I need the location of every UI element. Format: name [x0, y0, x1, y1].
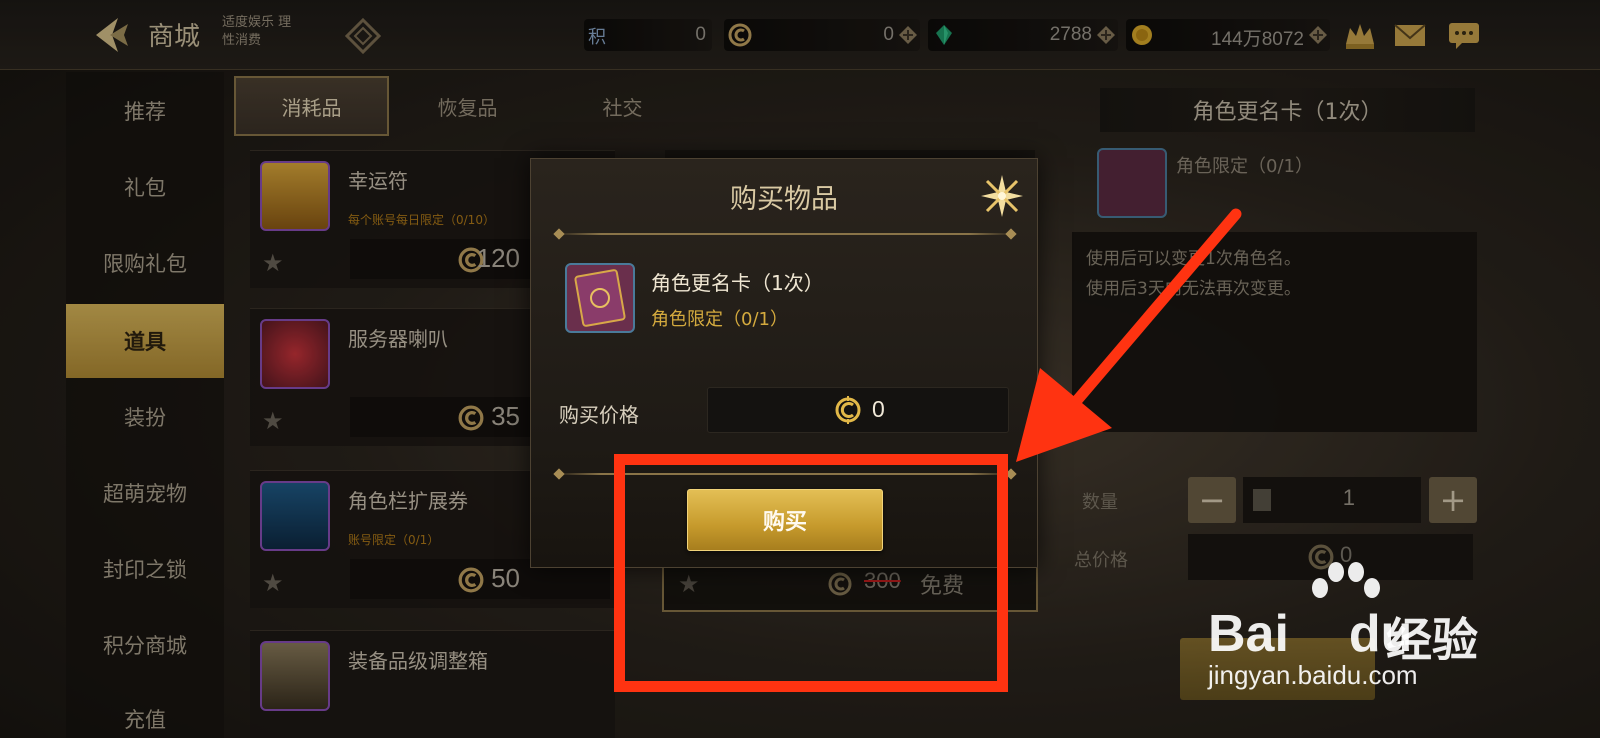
divider: [555, 233, 1015, 235]
watermark-brand: Bai du: [1208, 604, 1412, 664]
green-gem-icon: [936, 25, 952, 45]
c-coin-icon: [728, 23, 752, 47]
quantity-label: 数量: [1082, 492, 1118, 513]
c-coin-currency: 0: [724, 19, 920, 51]
back-arrow-icon[interactable]: [88, 14, 134, 56]
tab-recovery[interactable]: 恢复品: [390, 76, 545, 136]
points-value: 0: [695, 24, 706, 45]
nav-item-limited-pack[interactable]: 限购礼包: [66, 226, 224, 300]
item-name: 服务器喇叭: [348, 327, 448, 351]
highlight-box: [614, 454, 1008, 692]
c-coin-icon: [458, 567, 484, 593]
nav-item-pets[interactable]: 超萌宠物: [66, 456, 224, 530]
item-name: 角色栏扩展券: [348, 489, 468, 513]
lucky-charm-icon: [260, 161, 330, 231]
calculator-icon[interactable]: [1253, 489, 1271, 511]
tab-label: 社交: [602, 95, 643, 120]
item-name: 幸运符: [348, 169, 408, 193]
nav-label: 积分商城: [103, 634, 187, 658]
page-title: 商城: [148, 22, 201, 52]
c-coin-icon: [458, 405, 484, 431]
mail-icon[interactable]: [1392, 18, 1428, 52]
red-arrow-icon: [1016, 208, 1242, 462]
purchase-price-field: 0: [707, 387, 1009, 433]
total-price-label: 总价格: [1074, 550, 1128, 571]
nav-label: 充值: [124, 708, 166, 732]
nav-item-points-shop[interactable]: 积分商城: [66, 608, 224, 682]
item-limit: 每个账号每日限定（0/10）: [348, 213, 495, 227]
c-coin-icon: [835, 396, 861, 424]
ticket-icon: [260, 481, 330, 551]
item-price: 120: [476, 243, 520, 273]
nav-label: 礼包: [124, 176, 166, 200]
nav-item-recommend[interactable]: 推荐: [66, 74, 224, 148]
horn-icon: [260, 319, 330, 389]
nav-label: 封印之锁: [103, 558, 187, 582]
gem-value: 2788: [1049, 24, 1092, 45]
gold-value: 144万8072: [1211, 29, 1304, 50]
crown-icon[interactable]: [1342, 18, 1378, 52]
star-icon[interactable]: ★: [262, 407, 284, 435]
gold-coin-icon: [1132, 25, 1152, 45]
dialog-title: 购买物品: [730, 184, 838, 215]
box-icon: [260, 641, 330, 711]
tab-label: 消耗品: [281, 95, 342, 120]
item-price: 35: [491, 401, 520, 431]
nav-item-seal-lock[interactable]: 封印之锁: [66, 532, 224, 606]
diamond-icon[interactable]: [344, 17, 382, 55]
rename-card-icon: [565, 263, 635, 333]
health-tip: 适度娱乐 理性消费: [222, 15, 292, 48]
category-nav: 推荐 礼包 限购礼包 道具 装扮 超萌宠物 封印之锁 积分商城 充值: [66, 72, 224, 738]
nav-label: 道具: [124, 330, 166, 354]
detail-title: 角色更名卡（1次）: [1100, 88, 1475, 132]
watermark-url: jingyan.baidu.com: [1208, 660, 1418, 690]
tab-label: 恢复品: [437, 95, 498, 120]
dialog-item-limit: 角色限定（0/1）: [651, 309, 788, 330]
dialog-item-name: 角色更名卡（1次）: [651, 271, 824, 295]
nav-label: 装扮: [124, 406, 166, 430]
tab-social[interactable]: 社交: [545, 76, 700, 136]
quantity-plus-button[interactable]: +: [1429, 477, 1477, 523]
detail-limit: 角色限定（0/1）: [1176, 156, 1313, 177]
quantity-stepper[interactable]: 1: [1243, 477, 1421, 523]
purchase-price-value: 0: [872, 396, 885, 422]
nav-label: 推荐: [124, 100, 166, 124]
list-item[interactable]: 装备品级调整箱: [250, 630, 615, 738]
baidu-watermark: Bai du 经验 jingyan.baidu.com: [1208, 560, 1498, 700]
nav-item-recharge[interactable]: 充值: [66, 682, 224, 738]
gem-currency: 2788: [928, 19, 1118, 51]
points-currency: 积 0: [584, 19, 712, 51]
purchase-price-label: 购买价格: [559, 403, 639, 427]
c-coin-value: 0: [883, 24, 894, 45]
nav-label: 超萌宠物: [103, 482, 187, 506]
quantity-minus-button[interactable]: −: [1188, 477, 1236, 523]
plus-icon[interactable]: [1308, 25, 1328, 45]
nav-item-gift-pack[interactable]: 礼包: [66, 150, 224, 224]
star-icon[interactable]: ★: [262, 249, 284, 277]
item-price: 50: [491, 563, 520, 593]
tab-consumables[interactable]: 消耗品: [234, 76, 389, 136]
plus-icon[interactable]: [898, 25, 918, 45]
quantity-value: 1: [1342, 485, 1355, 510]
chat-icon[interactable]: [1446, 18, 1482, 52]
item-limit: 账号限定（0/1）: [348, 533, 440, 547]
item-name: 装备品级调整箱: [348, 649, 488, 673]
nav-item-costume[interactable]: 装扮: [66, 380, 224, 454]
brand-part: Bai: [1208, 605, 1289, 663]
top-bar: 商城 适度娱乐 理性消费 积 0 0 2788 144万8072: [0, 0, 1600, 70]
points-icon: 积: [588, 27, 606, 48]
gold-currency: 144万8072: [1126, 19, 1330, 51]
star-icon[interactable]: ★: [262, 569, 284, 597]
nav-label: 限购礼包: [103, 252, 187, 276]
nav-item-props[interactable]: 道具: [66, 304, 224, 378]
plus-icon[interactable]: [1096, 25, 1116, 45]
